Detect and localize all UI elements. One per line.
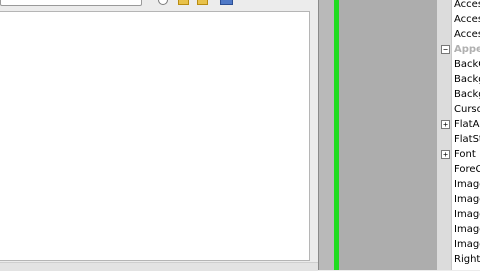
property-row[interactable]: Image [437,237,480,252]
property-name: Backg [454,74,480,85]
property-category[interactable]: − Appe [437,42,480,57]
designer-canvas[interactable] [339,0,437,270]
folder-open-icon[interactable] [197,0,208,5]
property-name: FlatSt [454,134,480,145]
property-name: BackC [454,59,480,70]
property-name: Appe [454,44,480,55]
property-row[interactable]: Backg [437,87,480,102]
property-name: ForeC [454,164,480,175]
property-name: Curso [454,104,480,115]
property-name: Image [454,194,480,205]
content-panel[interactable] [0,11,310,261]
property-grid: AccesAccesAcces−AppeBackCBackgBackgCurso… [437,0,480,270]
property-name: Right [454,254,480,265]
property-row[interactable]: Image [437,177,480,192]
folder-icon[interactable] [178,0,189,5]
expand-icon[interactable]: + [441,150,450,159]
property-name: FlatAp [454,119,480,130]
property-name: Image [454,239,480,250]
property-name: Acces [454,29,480,40]
property-row[interactable]: FlatSt [437,132,480,147]
property-name: Font [454,149,476,160]
property-row[interactable]: + FlatAp [437,117,480,132]
property-row[interactable]: + Font [437,147,480,162]
property-name: Acces [454,14,480,25]
property-row[interactable]: BackC [437,57,480,72]
property-row[interactable]: Image [437,222,480,237]
expand-icon[interactable]: + [441,120,450,129]
property-row[interactable]: Acces [437,0,480,12]
property-row[interactable]: Right [437,252,480,267]
property-name: Backg [454,89,480,100]
property-name: Acces [454,0,480,10]
property-row[interactable]: Backg [437,72,480,87]
property-row[interactable]: Acces [437,27,480,42]
property-name: Image [454,209,480,220]
property-row[interactable]: ForeC [437,162,480,177]
property-row[interactable]: Curso [437,102,480,117]
path-input[interactable] [0,0,142,6]
property-row[interactable]: Image [437,192,480,207]
property-name: Image [454,179,480,190]
property-row[interactable]: Acces [437,12,480,27]
property-row[interactable]: Image [437,207,480,222]
property-name: Image [454,224,480,235]
view-icon[interactable] [220,0,233,5]
splitter[interactable] [318,0,335,270]
editor-pane [0,0,318,271]
refresh-icon[interactable] [158,0,168,5]
collapse-icon[interactable]: − [441,45,450,54]
